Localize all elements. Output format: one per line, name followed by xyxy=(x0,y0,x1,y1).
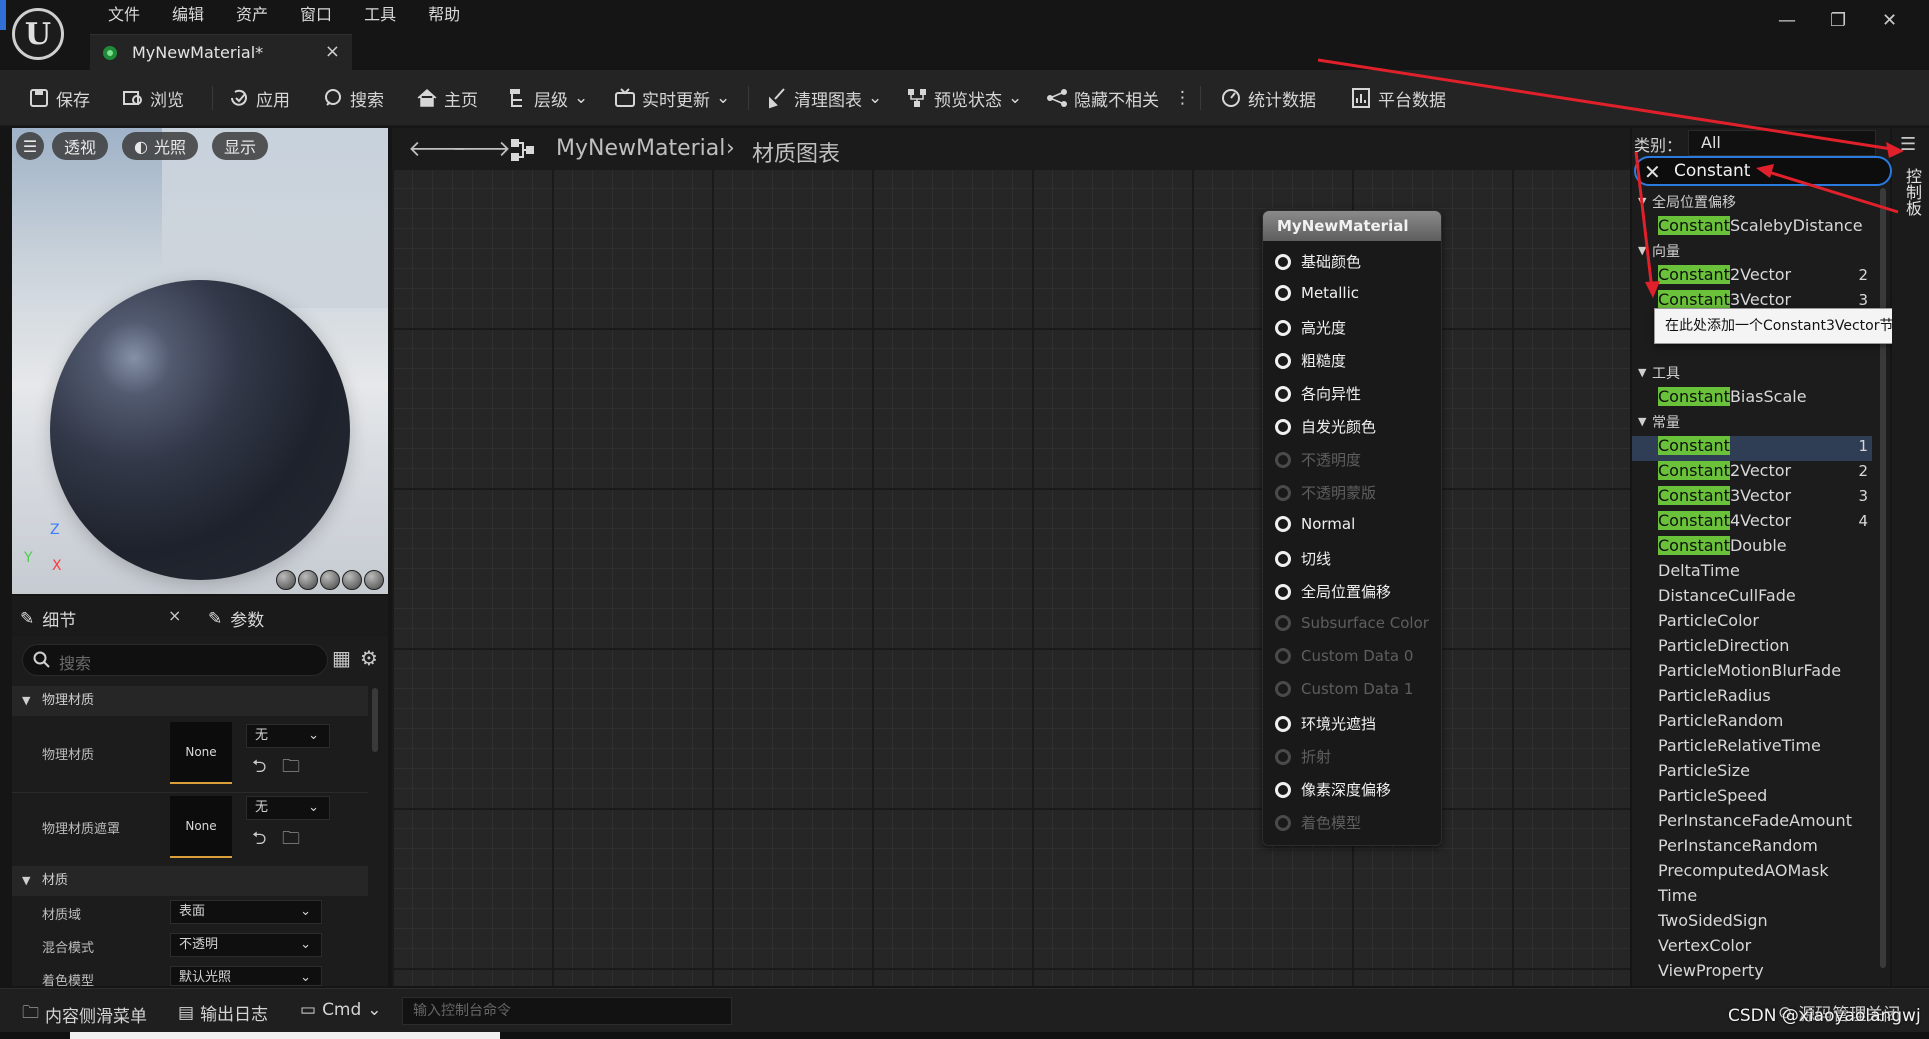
taskbar-strip xyxy=(0,1032,1929,1039)
annotation-arrow xyxy=(1761,168,1899,214)
output-log-button[interactable]: ▤ 输出日志 xyxy=(178,1000,269,1026)
content-drawer-button[interactable]: 🗀 内容侧滑菜单 xyxy=(22,1000,147,1029)
annotation-arrowhead xyxy=(1645,281,1660,298)
log-icon: ▤ xyxy=(178,1002,195,1023)
annotation-arrow xyxy=(1634,151,1654,291)
output-log-label: 输出日志 xyxy=(200,1005,269,1025)
cmd-label: Cmd xyxy=(322,1000,362,1020)
chevron-down-icon: ⌄ xyxy=(367,1000,382,1020)
status-bar: 🗀 内容侧滑菜单 ▤ 输出日志 ▭ Cmd ⌄ 输入控制台命令 ⊘ 源码管理关闭 xyxy=(0,988,1929,1032)
content-drawer-label: 内容侧滑菜单 xyxy=(45,1007,147,1027)
terminal-icon: ▭ xyxy=(300,1000,317,1020)
cmd-button[interactable]: ▭ Cmd ⌄ xyxy=(300,1000,382,1020)
annotation-overlay xyxy=(1317,58,1904,298)
annotation-arrowhead xyxy=(1756,164,1774,178)
console-command-input[interactable]: 输入控制台命令 xyxy=(402,997,732,1025)
watermark: CSDN @xiaoyaolangwj xyxy=(1728,1006,1921,1026)
annotation-arrowhead xyxy=(1886,142,1904,158)
folder-icon: 🗀 xyxy=(22,1003,39,1023)
taskbar-highlight xyxy=(70,1032,500,1039)
annotation-arrow xyxy=(1317,58,1899,152)
